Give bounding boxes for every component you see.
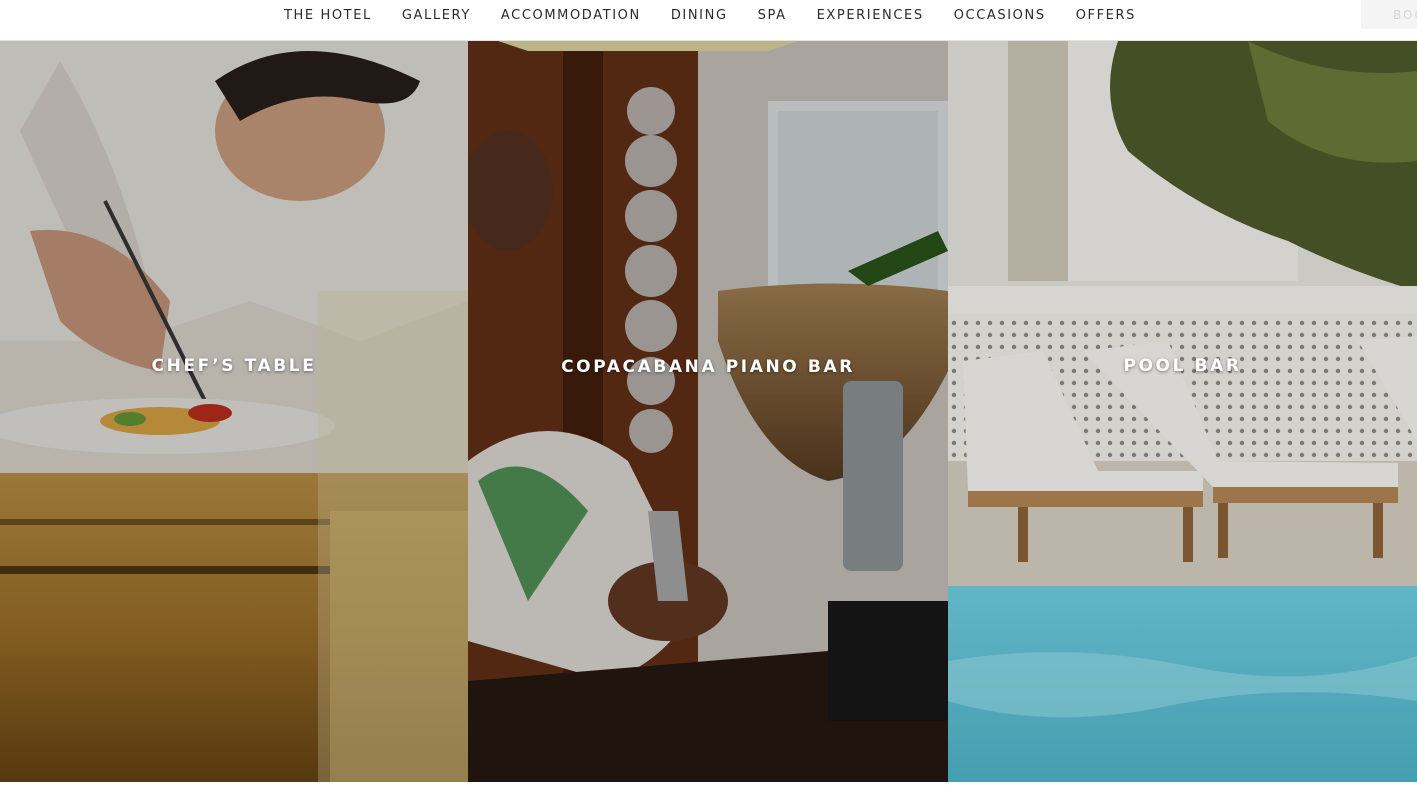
nav-item-spa[interactable]: SPA: [758, 8, 787, 23]
venue-panel-chefs-table[interactable]: CHEF’S TABLE: [0, 41, 468, 782]
nav-item-experiences[interactable]: EXPERIENCES: [817, 8, 924, 23]
venue-panel-pool-bar[interactable]: POOL BAR: [948, 41, 1417, 782]
venue-title-chefs-table: CHEF’S TABLE: [151, 356, 317, 377]
book-button[interactable]: BOOK: [1361, 0, 1417, 29]
venue-title-pool-bar: POOL BAR: [1123, 356, 1242, 377]
main-navigation-bar: THE HOTEL GALLERY ACCOMMODATION DINING S…: [0, 0, 1417, 41]
nav-item-offers[interactable]: OFFERS: [1076, 8, 1136, 23]
image-overlay: [948, 41, 1417, 782]
nav-item-gallery[interactable]: GALLERY: [402, 8, 471, 23]
venue-title-copacabana-piano-bar: COPACABANA PIANO BAR: [561, 357, 855, 378]
nav-item-the-hotel[interactable]: THE HOTEL: [284, 8, 372, 23]
dining-venues-grid: CHEF’S TABLE COPACABANA PIANO BAR POOL B…: [0, 41, 1417, 782]
nav-item-occasions[interactable]: OCCASIONS: [954, 8, 1046, 23]
main-menu: THE HOTEL GALLERY ACCOMMODATION DINING S…: [284, 0, 1166, 30]
nav-item-dining[interactable]: DINING: [671, 8, 728, 23]
image-overlay: [0, 41, 468, 782]
nav-item-accommodation[interactable]: ACCOMMODATION: [501, 8, 641, 23]
venue-panel-copacabana-piano-bar[interactable]: COPACABANA PIANO BAR: [468, 41, 948, 782]
image-overlay: [468, 41, 948, 782]
